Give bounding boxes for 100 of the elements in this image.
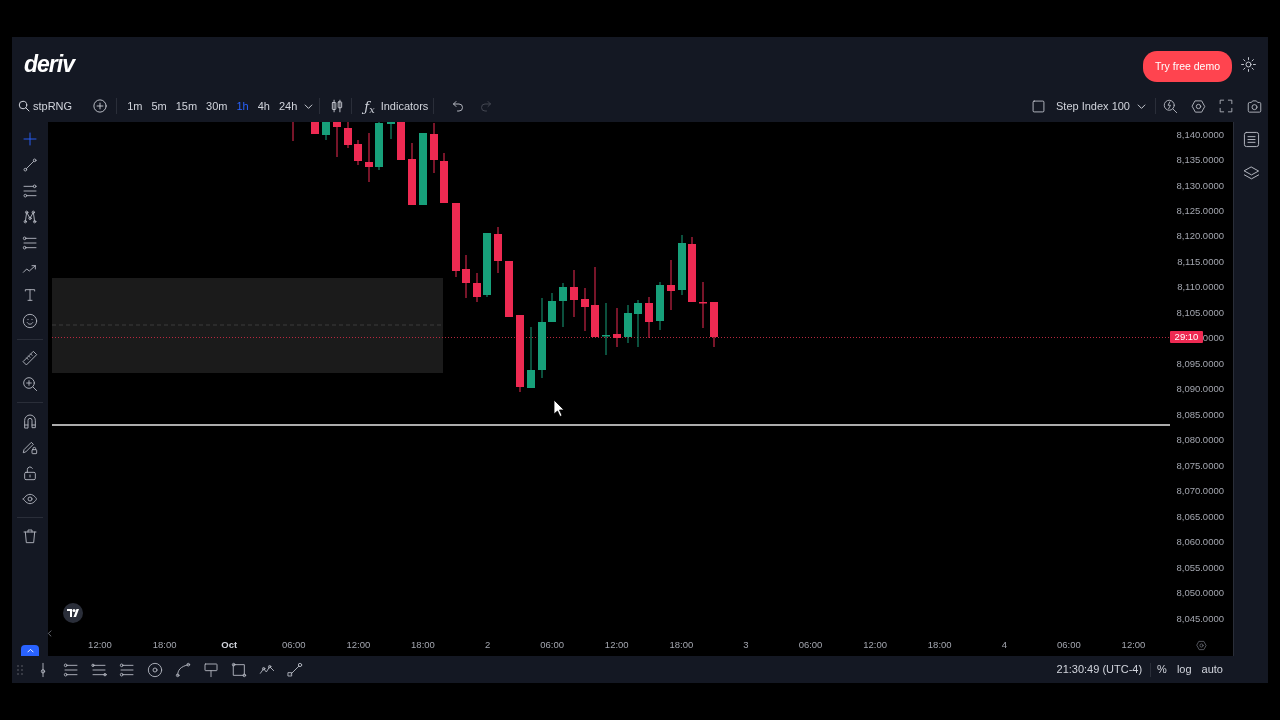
scale-toggle[interactable]: % <box>1154 661 1170 678</box>
chevron-down-icon <box>1137 101 1146 111</box>
time-label: 06:00 <box>1057 638 1081 653</box>
price-label: 8,055.0000 <box>1176 560 1224 575</box>
time-label: Oct <box>221 638 238 653</box>
pencil-lock-icon <box>22 439 38 455</box>
price-label: 8,095.0000 <box>1176 356 1224 371</box>
target-icon <box>147 661 163 678</box>
redo-icon <box>480 100 493 112</box>
magnifier-icon <box>1163 98 1178 114</box>
undo-icon <box>452 100 465 112</box>
cursor-icon <box>553 399 565 417</box>
ruler-icon <box>22 350 38 366</box>
price-label: 8,045.0000 <box>1176 611 1224 626</box>
price-label: 8,080.0000 <box>1176 433 1224 448</box>
price-label: 8,130.0000 <box>1176 178 1224 193</box>
price-label: 8,105.0000 <box>1176 305 1224 320</box>
line-segment-icon <box>287 661 303 678</box>
time-label: 06:00 <box>540 638 565 653</box>
eye-icon <box>22 491 38 507</box>
time-label: 4 <box>1001 638 1007 653</box>
signpost-icon <box>203 661 219 678</box>
price-label: 8,070.0000 <box>1176 484 1224 499</box>
time-label: 18:00 <box>152 638 177 653</box>
price-label: 8,135.0000 <box>1176 153 1224 168</box>
price-label: 8,110.0000 <box>1177 280 1224 295</box>
time-label: 18:00 <box>669 638 694 653</box>
add-chart-button[interactable] <box>91 97 110 115</box>
price-label: 8,120.0000 <box>1176 229 1224 244</box>
square-icon <box>1032 99 1045 113</box>
time-label: 12:00 <box>604 638 629 653</box>
list-icon <box>1242 131 1260 148</box>
price-label: 8,085.0000 <box>1176 407 1224 422</box>
channel-icon <box>119 661 135 678</box>
time-label: 06:00 <box>281 638 306 653</box>
chevron-down-icon <box>304 101 314 111</box>
timeframe-button[interactable]: 1h <box>233 97 252 115</box>
chevron-left-icon <box>46 630 53 637</box>
smiley-icon <box>22 313 38 329</box>
clock-text: 21:30:49 (UTC-4) <box>1056 662 1143 678</box>
time-label: 2 <box>484 638 491 653</box>
price-label: 0000 <box>1202 331 1224 346</box>
crosshair-icon <box>22 131 38 147</box>
price-label: 8,125.0000 <box>1176 204 1224 218</box>
price-label: 8,115.0000 <box>1177 254 1224 269</box>
price-label: 8,065.0000 <box>1176 509 1224 524</box>
scale-toggle[interactable]: log <box>1173 661 1195 678</box>
time-label: 12:00 <box>346 638 371 653</box>
timeframe-button[interactable]: 4h <box>254 97 273 115</box>
chevron-up-icon <box>26 647 34 654</box>
pattern-icon <box>22 209 38 225</box>
sidebar-toggle-button[interactable] <box>46 630 53 637</box>
trash-icon <box>22 528 38 544</box>
time-label: 12:00 <box>863 638 887 653</box>
price-label: 8,140.0000 <box>1176 127 1224 142</box>
horizontal-lines-icon <box>22 183 38 199</box>
timeframe-button[interactable]: 24h <box>276 97 301 115</box>
drag-handle-icon <box>17 664 23 675</box>
time-label: 18:00 <box>927 638 952 653</box>
search-icon <box>18 100 30 112</box>
timeframe-button[interactable]: 1m <box>124 97 146 115</box>
price-label: 8,060.0000 <box>1176 535 1224 550</box>
zoom-in-icon <box>22 376 38 392</box>
fullscreen-icon <box>1219 99 1233 113</box>
time-label: 06:00 <box>798 638 823 653</box>
indicators-button[interactable]: ƒ$_{x}$ Indicators <box>364 97 429 115</box>
time-label: 12:00 <box>1121 638 1146 653</box>
level-lines-icon <box>22 235 38 251</box>
fullscreen-button[interactable] <box>1217 97 1235 115</box>
time-label: 12:00 <box>88 638 112 653</box>
rectangle-icon <box>231 661 247 678</box>
settings-icon <box>1191 98 1206 114</box>
horizontal-lines-icon <box>91 661 107 678</box>
timeframe-button[interactable]: 30m <box>203 97 231 115</box>
price-label: 8,075.0000 <box>1176 458 1224 473</box>
timeframe-button[interactable]: 15m <box>172 97 201 115</box>
curve-icon <box>175 661 191 678</box>
theme-button[interactable] <box>1239 55 1258 74</box>
chart-logo-icon <box>63 603 83 623</box>
logo[interactable]: deriv <box>24 53 74 76</box>
camera-icon <box>1247 98 1262 114</box>
plus-circle-icon <box>93 99 108 113</box>
layers-icon <box>1242 165 1260 182</box>
time-label: 3 <box>743 638 749 653</box>
time-label: 18:00 <box>411 638 435 653</box>
line-icon <box>22 157 38 173</box>
level-lines-icon <box>63 661 79 678</box>
price-label: 8,090.0000 <box>1176 382 1224 397</box>
settings-icon <box>1196 640 1207 651</box>
collapse-button[interactable] <box>21 645 39 656</box>
symbol-search[interactable]: stpRNG <box>17 97 74 115</box>
timeframe-button[interactable]: 5m <box>148 97 170 115</box>
price-label: 8,050.0000 <box>1176 586 1224 601</box>
scale-toggle[interactable]: auto <box>1198 661 1226 678</box>
unlocked-icon <box>22 465 38 481</box>
text-icon <box>22 287 38 303</box>
market-selector[interactable]: Step Index 100 <box>1032 97 1146 115</box>
countdown-tag: 29:10 <box>1170 331 1203 343</box>
sun-icon <box>1241 57 1256 72</box>
magnet-icon <box>22 413 38 429</box>
